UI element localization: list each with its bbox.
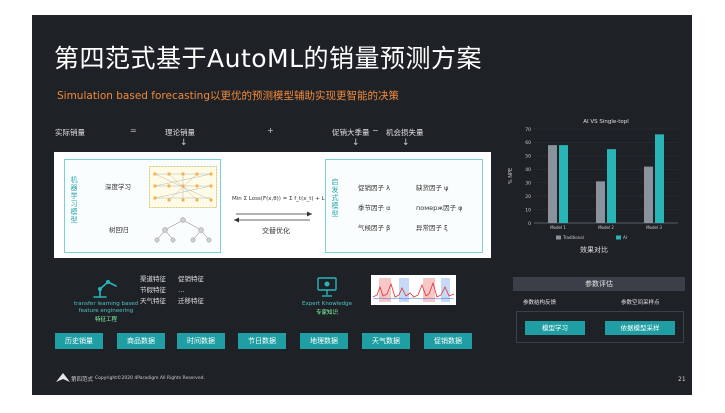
bidirectional-arrow-icon: [234, 211, 312, 223]
chart-ytick-label: 40: [525, 167, 531, 173]
chart-bar-ai: [607, 149, 616, 223]
chart-legend-label: AI: [623, 235, 627, 240]
alternating-optimization-label: 交替优化: [262, 227, 290, 235]
lost-opportunity-label: 机会损失量: [386, 128, 424, 137]
param-feedback-label: 参数结构反馈: [523, 300, 557, 306]
feature-item: 渠道特征: [140, 275, 166, 283]
chart-ytick-label: 0: [528, 221, 531, 227]
chart-xtick-label: Model 2: [598, 225, 614, 230]
transfer-learning-caption: transfer learning based: [73, 301, 139, 307]
slide: 第四范式基于AutoML的销量预测方案 Simulation based for…: [32, 15, 692, 395]
chart-ytick-label: 20: [525, 194, 531, 200]
feature-item: …: [178, 286, 185, 294]
feature-item: 促销特征: [178, 275, 204, 283]
chart-ytick-label: 30: [525, 181, 531, 187]
data-source-promo[interactable]: 促销数据: [424, 333, 472, 349]
expert-knowledge-cn: 专家知识: [315, 310, 338, 316]
chart-xtick-label: Model 1: [550, 225, 566, 230]
chart-bar-traditional: [548, 145, 557, 223]
heuristic-model-label: 启发式模型: [331, 178, 339, 218]
param-sampling-label: 参数空间采样点: [621, 300, 660, 306]
data-source-history-sales[interactable]: 历史销量: [55, 333, 103, 349]
feature-item: 迁移特征: [178, 297, 204, 305]
feature-list-col1: 渠道特征 节假特征 天气特征: [140, 274, 166, 307]
param-eval-header: 参数评估: [513, 277, 685, 291]
chart-legend-swatch: [616, 235, 621, 240]
chart-bar-ai: [559, 145, 568, 223]
down-arrow-icon: ↓: [402, 138, 410, 148]
equals-sign: =: [130, 126, 137, 135]
down-arrow-icon: ↓: [352, 138, 360, 148]
factor-climate: 气候因子 β: [358, 224, 391, 232]
page-number: 21: [678, 376, 686, 383]
chart-ylabel: % NPE: [508, 168, 514, 184]
model-sampling-button[interactable]: 依据模型采样: [605, 321, 675, 335]
model-learning-button[interactable]: 模型学习: [525, 321, 585, 335]
theoretical-sales-label: 理论销量: [165, 128, 195, 137]
chart-xtick-label: Model 3: [646, 225, 662, 230]
chart-ytick-label: 10: [525, 207, 531, 213]
brand-logo-icon: [56, 373, 70, 382]
chart-legend-swatch: [556, 235, 561, 240]
data-source-product[interactable]: 商品数据: [117, 333, 165, 349]
data-source-weather[interactable]: 天气数据: [362, 333, 410, 349]
feature-engineering-caption: feature engineering: [78, 308, 134, 314]
feature-list-col2: 促销特征 … 迁移特征: [178, 274, 204, 307]
factor-season: 季节因子 α: [358, 204, 391, 212]
chart-legend-label: Traditional: [562, 235, 584, 240]
brand-name: 第四范式: [71, 377, 94, 383]
expert-knowledge-caption: Expert Knowledge: [301, 301, 352, 307]
chart-bar-traditional: [596, 181, 605, 223]
slide-subtitle: Simulation based forecasting以更优的预测模型辅助实现…: [57, 90, 399, 102]
chart-ytick-label: 70: [525, 127, 531, 133]
promo-sales-label: 促销大季量: [332, 128, 370, 137]
factor-stockout: 缺货因子 ψ: [416, 184, 449, 192]
neural-net-icon: [149, 166, 217, 208]
plus-sign: +: [267, 126, 274, 135]
chart-bar-ai: [655, 134, 664, 223]
robot-arm-icon: [93, 280, 117, 298]
heuristic-model-box: 启发式模型 促销因子 λ 缺货因子 ψ 季节因子 α померж因子 φ 气候…: [325, 159, 483, 253]
factor-promo: 促销因子 λ: [358, 184, 390, 192]
actual-sales-label: 实际销量: [55, 128, 85, 137]
data-source-geo[interactable]: 地理数据: [300, 333, 348, 349]
ml-model-label: 机器学习模型: [70, 176, 78, 224]
decision-tree-icon: [154, 217, 212, 243]
copyright-text: Copyright©2020 4Paradigm All Rights Rese…: [95, 376, 205, 381]
feature-item: 天气特征: [140, 297, 166, 305]
chart-ytick-label: 50: [525, 154, 531, 160]
down-arrow-icon: ↓: [180, 138, 188, 148]
ai-vs-traditional-bar-chart: AI VS Single-topl % NPE 0 10 20 30 40 50 60 70 Mod…: [508, 119, 678, 240]
feature-engineering-cn: 特征工程: [94, 317, 117, 323]
objective-formula: Min Σ Loss(F(x,θ)) = Σ f_t(x_t) + L(θ): [232, 196, 333, 202]
expert-knowledge-icon: [317, 277, 337, 297]
minus-sign: −: [372, 126, 379, 135]
sales-timeseries-thumbnail: [371, 275, 456, 305]
model-diagram-panel: 机器学习模型 深度学习 树回归 Min Σ Loss(F(x,θ)) = Σ f…: [54, 152, 491, 258]
tree-regression-label: 树回归: [109, 226, 129, 234]
factor-anomaly: 异常因子 ξ: [416, 224, 448, 232]
ml-model-box: 机器学习模型 深度学习 树回归: [64, 159, 221, 253]
chart-title: AI VS Single-topl: [583, 119, 629, 125]
chart-ytick-label: 60: [525, 140, 531, 146]
slide-title: 第四范式基于AutoML的销量预测方案: [54, 44, 483, 73]
data-source-holiday[interactable]: 节日数据: [238, 333, 286, 349]
data-source-time[interactable]: 时间数据: [177, 333, 225, 349]
deep-learning-label: 深度学习: [105, 183, 131, 191]
feature-item: 节假特征: [140, 286, 166, 294]
chart-bar-traditional: [644, 166, 653, 223]
param-eval-panel: 参数评估 参数结构反馈 参数空间采样点 模型学习 依据模型采样: [513, 277, 685, 357]
chart-caption: 效果对比: [580, 246, 608, 254]
factor-competition: померж因子 φ: [416, 204, 463, 212]
